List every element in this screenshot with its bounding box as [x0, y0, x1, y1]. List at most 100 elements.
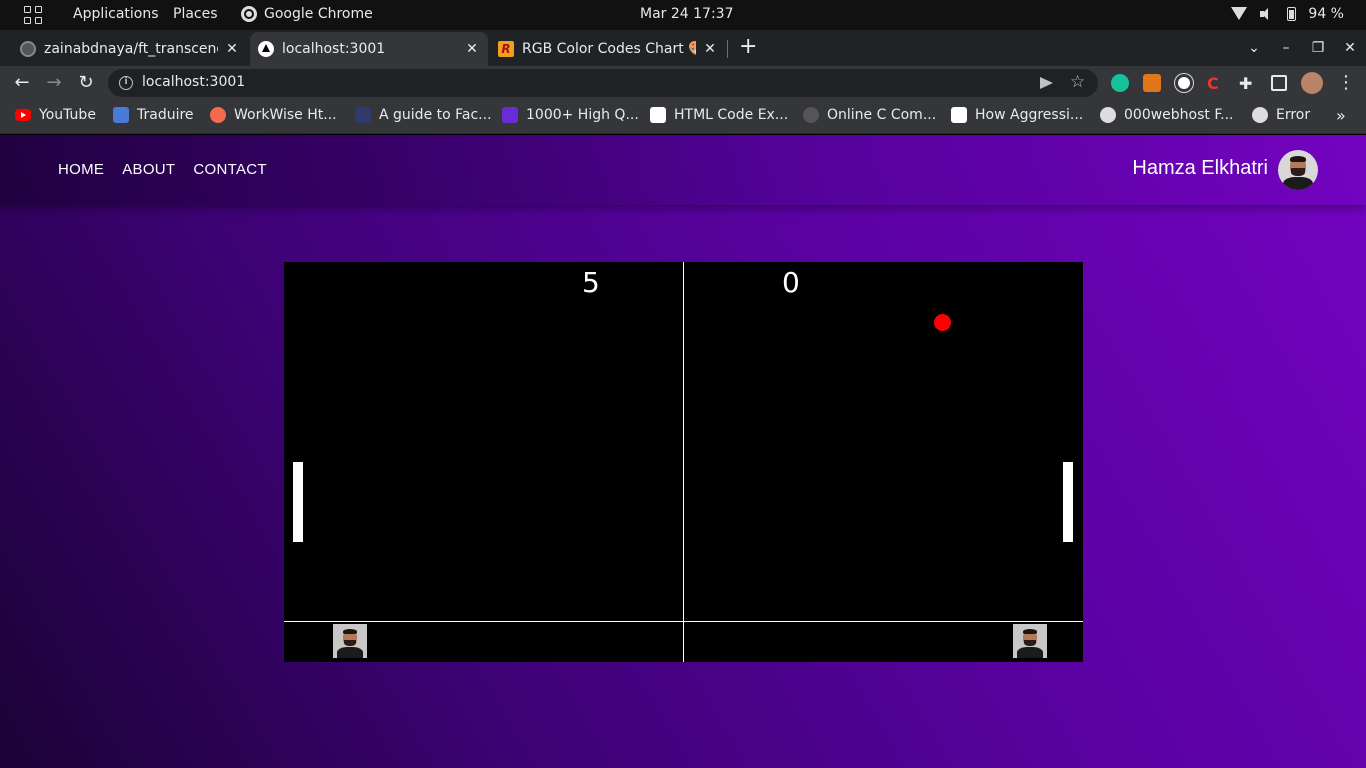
bookmark-1000-high[interactable]: 1000+ High Q...: [502, 107, 639, 123]
profile-avatar-icon[interactable]: [1301, 72, 1323, 94]
close-icon[interactable]: ✕: [224, 41, 240, 57]
extension-circle-icon[interactable]: [1175, 74, 1193, 92]
tab-localhost[interactable]: localhost:3001 ✕: [250, 32, 488, 66]
purple-logo-icon: [502, 107, 518, 123]
translate-icon: [113, 107, 129, 123]
tab-github[interactable]: zainabdnaya/ft_transcendence ✕: [12, 32, 248, 66]
bookmark-label: Online C Com...: [827, 107, 937, 123]
left-player-avatar: [333, 624, 367, 658]
tab-title: RGB Color Codes Chart 🎨: [522, 41, 696, 57]
volume-icon: [1259, 7, 1275, 21]
apps-grid-icon[interactable]: [24, 6, 42, 24]
nav-contact-link[interactable]: CONTACT: [193, 161, 266, 178]
wifi-icon: [1231, 7, 1248, 21]
board-bottom-line: [284, 621, 1083, 622]
bookmark-label: A guide to Fac...: [379, 107, 492, 123]
url-text[interactable]: localhost:3001: [142, 74, 245, 90]
ball: [934, 314, 951, 331]
bookmark-label: How Aggressi...: [975, 107, 1084, 123]
center-line: [683, 262, 684, 662]
player-face-icon: [333, 624, 367, 658]
bookmark-star-icon[interactable]: ☆: [1070, 72, 1085, 92]
address-bar[interactable]: i localhost:3001 ☆: [108, 69, 1098, 97]
right-score: 0: [782, 266, 800, 299]
grammarly-icon[interactable]: [1111, 74, 1129, 92]
tab-search-icon[interactable]: ⌄: [1238, 40, 1270, 56]
active-app-menu[interactable]: Google Chrome: [264, 6, 373, 22]
right-player-avatar: [1013, 624, 1047, 658]
window-close-icon[interactable]: ✕: [1334, 40, 1366, 56]
youtube-icon: [15, 109, 31, 121]
tab-title: localhost:3001: [282, 41, 386, 57]
bookmark-000webhost[interactable]: 000webhost F...: [1100, 107, 1234, 123]
sa-logo-icon: [951, 107, 967, 123]
bookmark-label: HTML Code Ex...: [674, 107, 789, 123]
send-icon[interactable]: [1040, 77, 1053, 89]
tds-icon: [355, 107, 371, 123]
bookmark-workwise[interactable]: WorkWise Ht...: [210, 107, 337, 123]
tab-title: zainabdnaya/ft_transcendence: [44, 41, 218, 57]
bookmark-guide[interactable]: A guide to Fac...: [355, 107, 492, 123]
player-face-icon: [1013, 624, 1047, 658]
extensions-puzzle-icon[interactable]: ✚: [1239, 74, 1257, 93]
bookmark-how-aggressive[interactable]: How Aggressi...: [951, 107, 1083, 123]
chrome-icon: [241, 6, 257, 22]
bookmark-traduire[interactable]: Traduire: [113, 107, 194, 123]
left-score: 5: [582, 266, 600, 299]
bookmark-error[interactable]: Error: [1252, 107, 1310, 123]
user-name[interactable]: Hamza Elkhatri: [1132, 157, 1268, 180]
online-compiler-icon: [803, 107, 819, 123]
html-f-icon: [650, 107, 666, 123]
bookmark-youtube[interactable]: YouTube: [15, 107, 96, 123]
right-paddle: [1063, 462, 1073, 542]
tab-rgb-chart[interactable]: R RGB Color Codes Chart 🎨 ✕: [490, 32, 726, 66]
globe-icon: [1100, 107, 1116, 123]
tab-strip: zainabdnaya/ft_transcendence ✕ localhost…: [0, 30, 1366, 66]
r-logo-icon: R: [498, 41, 514, 57]
new-tab-button[interactable]: +: [739, 34, 757, 59]
triangle-icon: [258, 41, 274, 57]
system-tray[interactable]: 94 %: [1231, 6, 1344, 22]
avatar[interactable]: [1278, 150, 1318, 190]
left-paddle: [293, 462, 303, 542]
workwise-icon: [210, 107, 226, 123]
nav-about-link[interactable]: ABOUT: [122, 161, 175, 178]
site-navbar: HOME ABOUT CONTACT Hamza Elkhatri: [0, 135, 1366, 205]
minimize-icon[interactable]: –: [1270, 40, 1302, 56]
web-page: HOME ABOUT CONTACT Hamza Elkhatri 5 0: [0, 135, 1366, 768]
side-panel-icon[interactable]: [1271, 75, 1287, 91]
reload-icon[interactable]: ↻: [75, 72, 97, 94]
clock[interactable]: Mar 24 17:37: [640, 6, 733, 22]
close-icon[interactable]: ✕: [464, 41, 480, 57]
close-icon[interactable]: ✕: [702, 41, 718, 57]
more-bookmarks-icon[interactable]: »: [1336, 106, 1346, 125]
maximize-icon[interactable]: ❐: [1302, 40, 1334, 56]
places-menu[interactable]: Places: [173, 6, 218, 22]
bookmark-label: YouTube: [39, 107, 96, 123]
bookmark-label: 000webhost F...: [1124, 107, 1234, 123]
avatar-face-icon: [1278, 150, 1318, 190]
bookmark-online-c[interactable]: Online C Com...: [803, 107, 936, 123]
bookmark-html-code[interactable]: HTML Code Ex...: [650, 107, 788, 123]
battery-percentage: 94 %: [1308, 6, 1344, 22]
nav-links: HOME ABOUT CONTACT: [58, 161, 267, 178]
window-controls: ⌄ – ❐ ✕: [1238, 30, 1366, 66]
tab-separator: [727, 40, 728, 58]
github-icon: [20, 41, 36, 57]
applications-menu[interactable]: Applications: [73, 6, 159, 22]
nav-home-link[interactable]: HOME: [58, 161, 104, 178]
bookmarks-bar: YouTube Traduire WorkWise Ht... A guide …: [0, 100, 1366, 134]
metamask-icon[interactable]: [1143, 74, 1161, 92]
back-arrow-icon[interactable]: ←: [11, 72, 33, 94]
more-menu-icon[interactable]: ⋮: [1337, 72, 1355, 94]
site-info-icon[interactable]: i: [119, 76, 133, 90]
browser-toolbar: ← → ↻ i localhost:3001 ☆ C ✚ ⋮: [0, 66, 1366, 100]
bookmark-label: 1000+ High Q...: [526, 107, 639, 123]
game-board[interactable]: 5 0: [284, 262, 1083, 662]
forward-arrow-icon[interactable]: →: [43, 72, 65, 94]
extension-c-icon[interactable]: C: [1207, 74, 1225, 93]
bookmark-label: WorkWise Ht...: [234, 107, 337, 123]
bookmark-label: Traduire: [137, 107, 194, 123]
globe-icon: [1252, 107, 1268, 123]
system-top-bar: Applications Places Google Chrome Mar 24…: [0, 0, 1366, 30]
